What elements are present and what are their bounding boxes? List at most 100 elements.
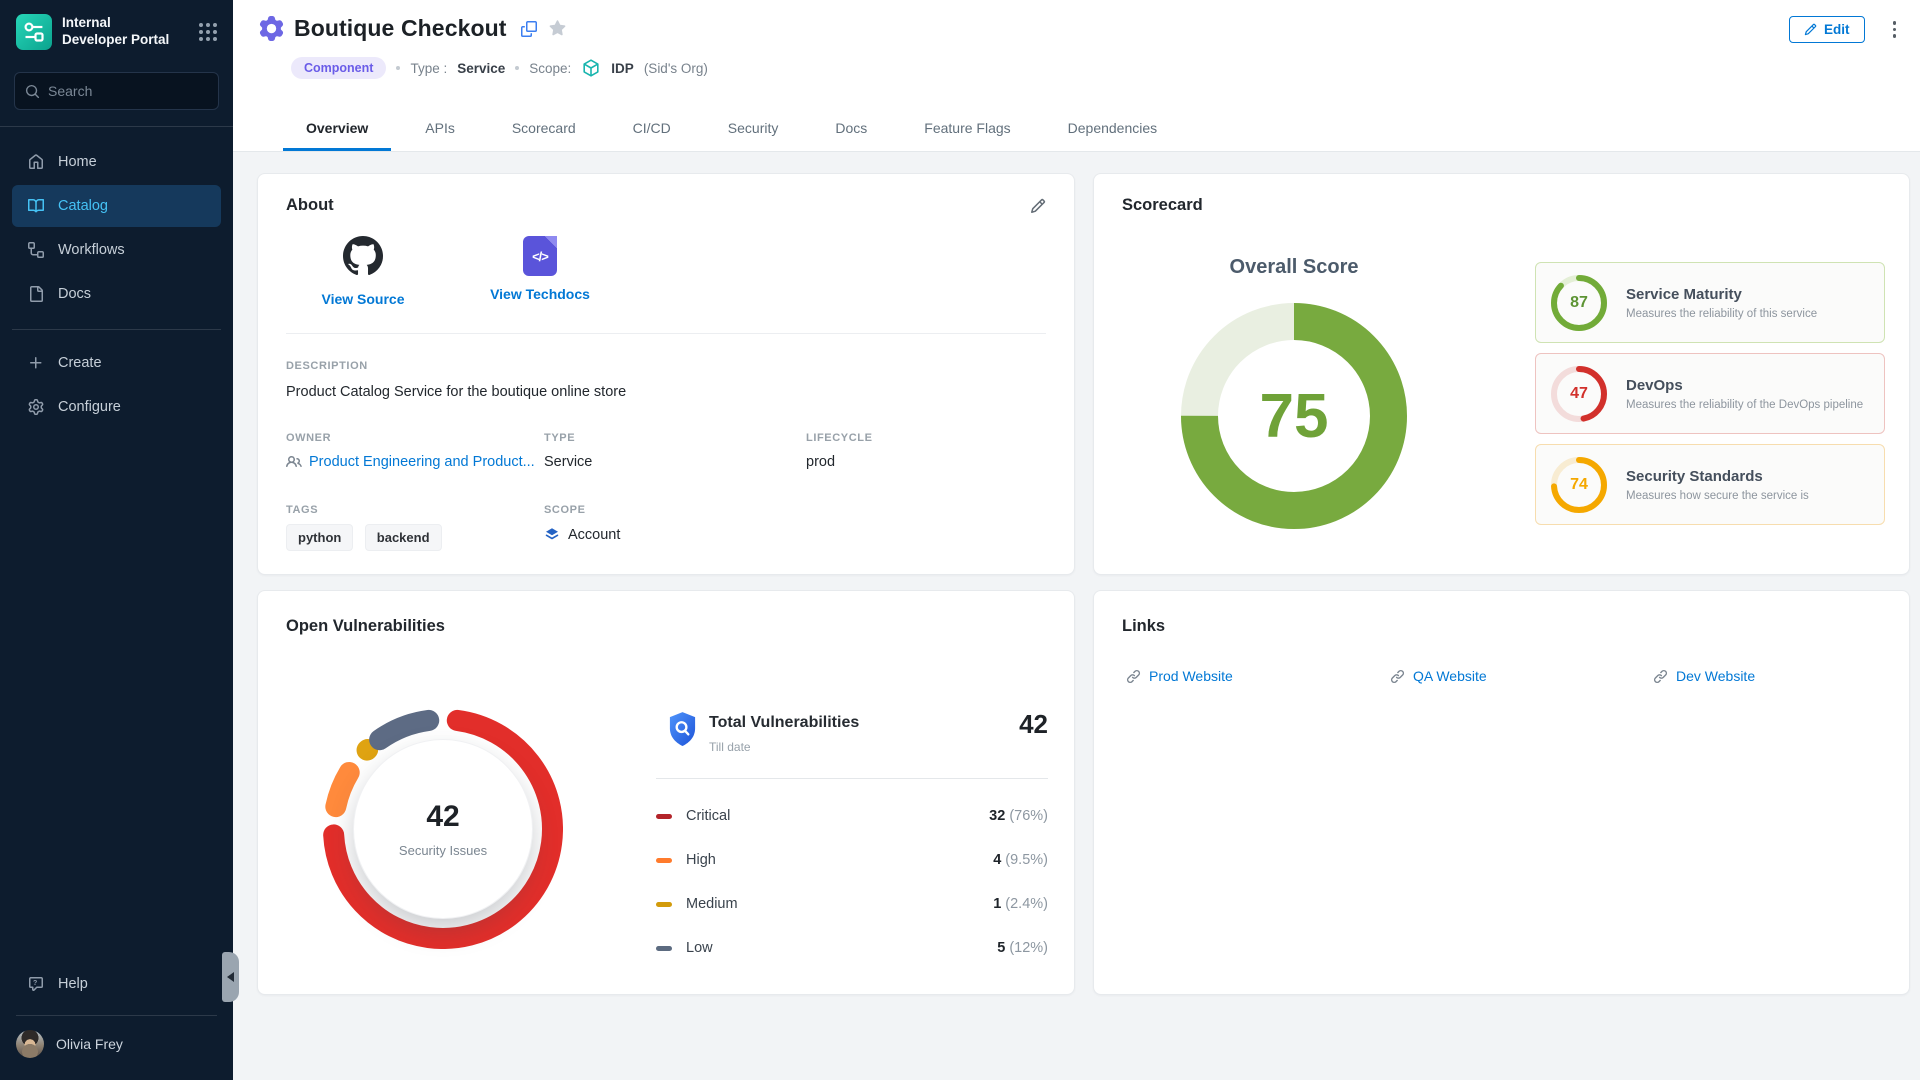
pencil-icon xyxy=(1804,23,1817,36)
qa-website-link[interactable]: QA Website xyxy=(1390,668,1653,684)
tab-cicd[interactable]: CI/CD xyxy=(610,105,694,151)
tags-label: TAGS xyxy=(286,504,318,516)
avatar xyxy=(16,1030,44,1058)
star-icon[interactable] xyxy=(549,20,566,37)
lifecycle-value: prod xyxy=(806,454,835,470)
owner-link[interactable]: Product Engineering and Product... xyxy=(286,454,535,470)
about-card: About View Source </> View Techdocs DESC… xyxy=(257,173,1075,575)
scorecard-item-service-maturity[interactable]: 87 Service Maturity Measures the reliabi… xyxy=(1535,262,1885,343)
layers-icon xyxy=(544,527,560,543)
sidebar-item-configure[interactable]: Configure xyxy=(12,386,221,428)
type-label: Type : xyxy=(410,61,447,76)
about-divider xyxy=(286,333,1046,334)
dev-website-link[interactable]: Dev Website xyxy=(1653,668,1755,684)
help-chat-icon: ? xyxy=(28,976,44,992)
dot-separator xyxy=(396,66,400,70)
scope-org: (Sid's Org) xyxy=(644,61,708,76)
type-field-label: TYPE xyxy=(544,432,575,444)
user-name: Olivia Frey xyxy=(56,1036,123,1052)
severity-dash xyxy=(656,946,672,951)
vulnerabilities-donut-center: 42 Security Issues xyxy=(354,740,532,918)
title-row: Boutique Checkout xyxy=(259,15,566,42)
scope-field-value: Account xyxy=(544,527,620,543)
prod-website-link[interactable]: Prod Website xyxy=(1126,668,1390,684)
sidebar: InternalDeveloper Portal Home Catalog Wo… xyxy=(0,0,233,1080)
severity-rows: Critical 32(76%) High 4(9.5%) Medium 1(2… xyxy=(656,794,1048,970)
scorecard-list: 87 Service Maturity Measures the reliabi… xyxy=(1535,262,1885,525)
severity-dash xyxy=(656,902,672,907)
severity-dash xyxy=(656,858,672,863)
links-card: Links Prod Website QA Website Dev Websit… xyxy=(1093,590,1910,995)
gear-icon xyxy=(28,399,44,415)
edit-button[interactable]: Edit xyxy=(1789,16,1865,43)
user-menu[interactable]: Olivia Frey xyxy=(0,1026,233,1080)
panel-divider xyxy=(656,778,1048,779)
score-ring: 87 xyxy=(1551,275,1607,331)
sidebar-item-docs[interactable]: Docs xyxy=(12,273,221,315)
apps-grid-icon[interactable] xyxy=(199,23,217,41)
tag-chip: backend xyxy=(365,524,442,551)
sidebar-item-workflows[interactable]: Workflows xyxy=(12,229,221,271)
home-icon xyxy=(28,154,44,170)
owner-value: Product Engineering and Product... xyxy=(309,454,535,470)
sidebar-item-label: Workflows xyxy=(58,242,125,258)
tab-feature-flags[interactable]: Feature Flags xyxy=(901,105,1033,151)
links-title: Links xyxy=(1122,617,1165,636)
component-badge[interactable]: Component xyxy=(291,57,386,79)
overall-score-label: Overall Score xyxy=(1181,256,1407,279)
link-icon xyxy=(1390,669,1405,684)
scope-field-label: SCOPE xyxy=(544,504,586,516)
sidebar-collapse-handle[interactable] xyxy=(222,952,239,1002)
chevron-left-icon xyxy=(227,972,234,982)
owner-label: OWNER xyxy=(286,432,331,444)
score-ring: 74 xyxy=(1551,457,1607,513)
header-actions: Edit xyxy=(1789,16,1900,43)
tab-security[interactable]: Security xyxy=(705,105,802,151)
sidebar-nav: Home Catalog Workflows Docs Create Con xyxy=(0,141,233,428)
search-input[interactable] xyxy=(48,83,208,99)
tab-docs[interactable]: Docs xyxy=(812,105,890,151)
main: Boutique Checkout Component Type : Servi… xyxy=(233,0,1920,1080)
copy-icon[interactable] xyxy=(521,21,537,37)
sidebar-item-home[interactable]: Home xyxy=(12,141,221,183)
content: About View Source </> View Techdocs DESC… xyxy=(233,152,1920,1080)
component-gear-icon xyxy=(259,16,284,41)
sidebar-item-help[interactable]: ? Help xyxy=(12,963,221,1005)
sidebar-divider xyxy=(16,1015,217,1016)
scope-value: IDP xyxy=(611,61,634,76)
tab-dependencies[interactable]: Dependencies xyxy=(1045,105,1181,151)
file-icon xyxy=(28,286,44,302)
scorecard-item-devops[interactable]: 47 DevOps Measures the reliability of th… xyxy=(1535,353,1885,434)
search-box[interactable] xyxy=(14,72,219,110)
score-title: Service Maturity xyxy=(1626,286,1817,303)
view-techdocs-label: View Techdocs xyxy=(490,286,590,302)
links-row: Prod Website QA Website Dev Website xyxy=(1126,668,1755,684)
sidebar-item-create[interactable]: Create xyxy=(12,342,221,384)
scorecard-item-security-standards[interactable]: 74 Security Standards Measures how secur… xyxy=(1535,444,1885,525)
sidebar-item-label: Home xyxy=(58,154,97,170)
total-vulnerabilities-value: 42 xyxy=(1019,709,1048,740)
scope-label: Scope: xyxy=(529,61,571,76)
about-title: About xyxy=(286,196,334,215)
vulnerabilities-title: Open Vulnerabilities xyxy=(286,617,445,636)
shield-search-icon xyxy=(667,711,698,753)
score-title: Security Standards xyxy=(1626,468,1809,485)
sidebar-item-label: Docs xyxy=(58,286,91,302)
dot-separator xyxy=(515,66,519,70)
view-source-link[interactable]: View Source xyxy=(293,236,433,307)
entity-meta-row: Component Type : Service Scope: IDP (Sid… xyxy=(291,57,708,79)
sidebar-item-label: Help xyxy=(58,976,88,992)
view-techdocs-link[interactable]: </> View Techdocs xyxy=(470,236,610,307)
search-icon xyxy=(25,84,40,99)
nav-divider xyxy=(12,329,221,330)
about-quick-links: View Source </> View Techdocs xyxy=(293,236,610,307)
tab-apis[interactable]: APIs xyxy=(402,105,478,151)
tab-overview[interactable]: Overview xyxy=(283,105,391,151)
sidebar-item-catalog[interactable]: Catalog xyxy=(12,185,221,227)
about-edit-pencil-icon[interactable] xyxy=(1030,198,1046,214)
tab-scorecard[interactable]: Scorecard xyxy=(489,105,599,151)
sidebar-divider xyxy=(0,126,233,127)
severity-dash xyxy=(656,814,672,819)
kebab-menu-icon[interactable] xyxy=(1889,17,1901,42)
score-desc: Measures how secure the service is xyxy=(1626,490,1809,502)
